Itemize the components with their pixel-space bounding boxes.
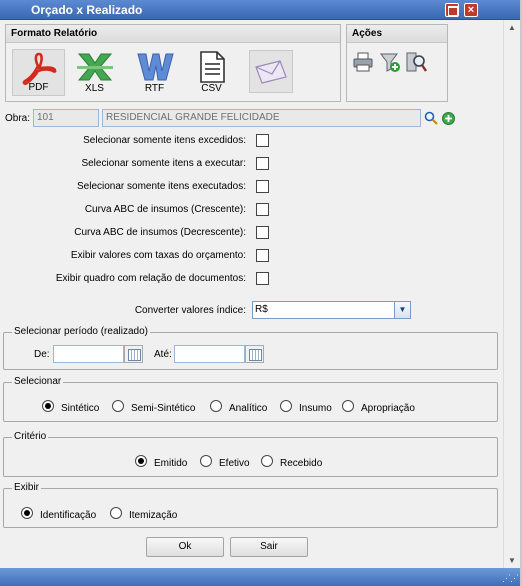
periodo-group: Selecionar período (realizado) De: Até: xyxy=(3,326,498,370)
exibir-legend: Exibir xyxy=(12,482,42,493)
email-icon xyxy=(255,60,287,84)
actions-panel: Ações xyxy=(346,24,448,102)
radio-semi-sintetico-label: Semi-Sintético xyxy=(131,403,196,414)
option-label: Curva ABC de insumos (Crescente): xyxy=(84,204,246,215)
radio-emitido-label: Emitido xyxy=(154,458,188,469)
maximize-button[interactable] xyxy=(445,3,459,17)
search-preview-icon[interactable] xyxy=(405,51,427,73)
printer-icon[interactable] xyxy=(352,51,374,73)
radio-insumo[interactable] xyxy=(280,400,292,412)
option-label: Selecionar somente itens excedidos: xyxy=(83,135,246,146)
periodo-legend: Selecionar período (realizado) xyxy=(12,326,150,337)
pdf-label: PDF xyxy=(28,82,49,93)
excel-icon xyxy=(77,53,113,81)
radio-analitico[interactable] xyxy=(210,400,222,412)
add-icon[interactable] xyxy=(442,112,455,125)
converter-label: Converter valores índice: xyxy=(134,305,246,316)
criterio-group: Critério Emitido Efetivo Recebido xyxy=(3,431,498,477)
format-panel: Formato Relatório PDF XLS RTF CSV xyxy=(5,24,341,102)
search-icon[interactable] xyxy=(424,111,438,125)
chk-itens-a-executar[interactable] xyxy=(256,157,269,170)
export-pdf-button[interactable]: PDF xyxy=(12,49,65,96)
option-label: Curva ABC de insumos (Decrescente): xyxy=(74,227,246,238)
radio-itemizacao[interactable] xyxy=(110,507,122,519)
dialog-body: Formato Relatório PDF XLS RTF CSV Ações … xyxy=(0,20,503,568)
ate-label: Até: xyxy=(154,349,172,360)
converter-select[interactable]: R$ ▼ xyxy=(252,301,411,319)
radio-recebido-label: Recebido xyxy=(280,458,323,469)
ok-button[interactable]: Ok xyxy=(146,537,224,557)
chk-valores-com-taxas[interactable] xyxy=(256,249,269,262)
send-email-button[interactable] xyxy=(249,50,293,93)
option-label: Selecionar somente itens executados: xyxy=(77,181,246,192)
chk-itens-executados[interactable] xyxy=(256,180,269,193)
window-title: Orçado x Realizado xyxy=(31,3,143,17)
calendar-icon[interactable] xyxy=(124,345,143,363)
radio-itemizacao-label: Itemização xyxy=(129,510,178,521)
add-filter-icon[interactable] xyxy=(379,51,401,73)
pdf-icon xyxy=(22,52,57,85)
option-label: Selecionar somente itens a executar: xyxy=(81,158,246,169)
resize-grip-icon[interactable]: ⋰⋰ xyxy=(502,573,519,584)
radio-apropriacao-label: Apropriação xyxy=(361,403,415,414)
de-label: De: xyxy=(34,349,50,360)
csv-file-icon xyxy=(200,51,225,83)
close-button[interactable]: × xyxy=(464,3,478,17)
option-label: Exibir valores com taxas do orçamento: xyxy=(70,250,246,261)
csv-label: CSV xyxy=(201,83,222,94)
export-csv-button[interactable]: CSV xyxy=(185,49,238,96)
radio-emitido[interactable] xyxy=(135,455,147,467)
obra-code-field[interactable]: 101 xyxy=(33,109,99,127)
chk-curva-abc-crescente[interactable] xyxy=(256,203,269,216)
radio-identificacao-label: Identificação xyxy=(40,510,97,521)
criterio-legend: Critério xyxy=(12,431,49,442)
selecionar-legend: Selecionar xyxy=(12,376,64,387)
radio-apropriacao[interactable] xyxy=(342,400,354,412)
radio-identificacao[interactable] xyxy=(21,507,33,519)
exibir-group: Exibir Identificação Itemização xyxy=(3,482,498,528)
vertical-scrollbar[interactable]: ▲ ▼ xyxy=(503,20,520,568)
radio-efetivo[interactable] xyxy=(200,455,212,467)
radio-insumo-label: Insumo xyxy=(299,403,332,414)
selecionar-group: Selecionar Sintético Semi-Sintético Anal… xyxy=(3,376,498,422)
scroll-up-icon[interactable]: ▲ xyxy=(508,23,516,32)
word-icon xyxy=(137,53,174,81)
format-panel-title: Formato Relatório xyxy=(6,25,340,43)
chevron-down-icon[interactable]: ▼ xyxy=(394,302,410,318)
converter-value: R$ xyxy=(255,304,268,315)
xls-label: XLS xyxy=(85,83,104,94)
date-from-input[interactable] xyxy=(53,345,124,363)
radio-sintetico-label: Sintético xyxy=(61,403,100,414)
actions-panel-title: Ações xyxy=(347,25,447,43)
obra-label: Obra: xyxy=(5,113,31,124)
window-titlebar: Orçado x Realizado × xyxy=(0,0,522,20)
option-label: Exibir quadro com relação de documentos: xyxy=(55,273,246,284)
chk-curva-abc-decrescente[interactable] xyxy=(256,226,269,239)
radio-analitico-label: Analítico xyxy=(229,403,268,414)
export-rtf-button[interactable]: RTF xyxy=(128,49,181,96)
date-to-input[interactable] xyxy=(174,345,245,363)
calendar-icon[interactable] xyxy=(245,345,264,363)
scroll-down-icon[interactable]: ▼ xyxy=(508,556,516,565)
obra-name-field[interactable]: RESIDENCIAL GRANDE FELICIDADE xyxy=(102,109,421,127)
sair-button[interactable]: Sair xyxy=(230,537,308,557)
radio-recebido[interactable] xyxy=(261,455,273,467)
rtf-label: RTF xyxy=(144,83,165,94)
chk-quadro-documentos[interactable] xyxy=(256,272,269,285)
radio-sintetico[interactable] xyxy=(42,400,54,412)
radio-efetivo-label: Efetivo xyxy=(219,458,250,469)
window-statusbar: ⋰⋰ xyxy=(0,568,522,586)
radio-semi-sintetico[interactable] xyxy=(112,400,124,412)
chk-itens-excedidos[interactable] xyxy=(256,134,269,147)
export-xls-button[interactable]: XLS xyxy=(68,49,121,96)
